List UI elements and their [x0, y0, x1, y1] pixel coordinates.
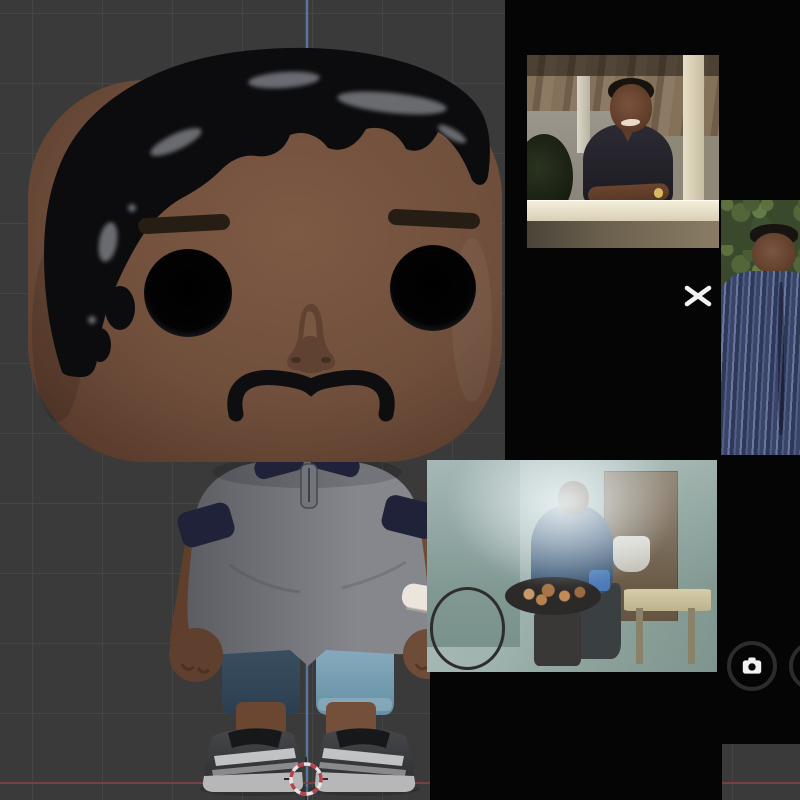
left-eye	[144, 249, 232, 337]
head	[28, 47, 502, 462]
app-window	[0, 0, 800, 800]
photo-railing-lower-wood	[527, 220, 719, 248]
photo-striped-man-shirt	[721, 271, 800, 455]
photo-railing-man-watch	[653, 188, 664, 198]
close-icon	[684, 285, 712, 307]
hair-curl	[89, 328, 111, 362]
photo-striped-man-head	[751, 233, 796, 274]
left-fist	[169, 628, 223, 682]
close-button[interactable]	[680, 278, 716, 314]
right-sneaker	[315, 728, 416, 792]
reference-photo-grilling[interactable]	[427, 460, 717, 672]
hair-curl	[105, 286, 135, 330]
photo-railing-post	[682, 55, 704, 202]
reference-photo-striped-shirt[interactable]	[721, 200, 800, 455]
camera-icon	[742, 657, 762, 674]
right-eye	[390, 245, 476, 331]
photo-striped-shirt-shadow	[778, 281, 784, 435]
reference-photo-railing[interactable]	[527, 55, 719, 248]
photo-grill-haze	[427, 460, 717, 672]
left-sneaker	[202, 728, 303, 792]
reference-panel-lower	[430, 672, 722, 800]
camera-button[interactable]	[727, 641, 777, 691]
